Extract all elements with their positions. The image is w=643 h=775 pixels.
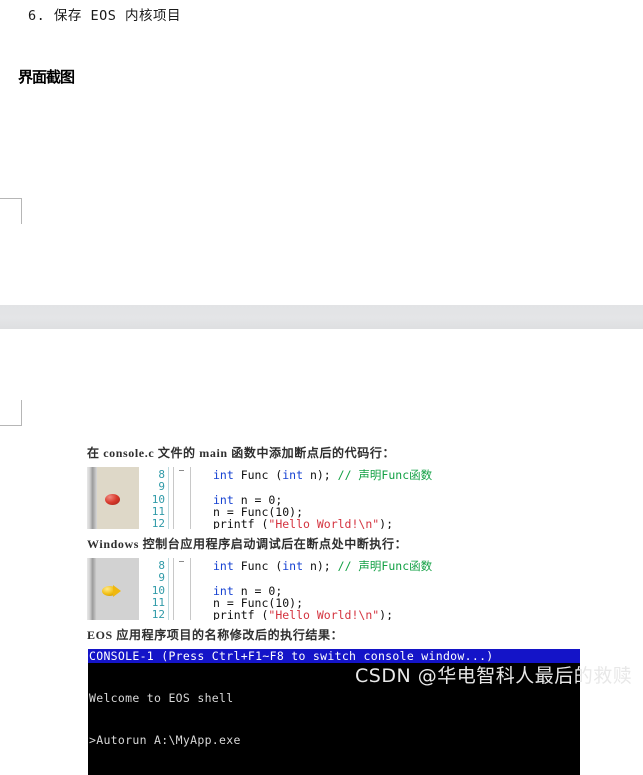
editor-indicator-strip	[87, 558, 97, 620]
code-editor-screenshot-debugging: 8 9 10 11 12 int Func (int n); // 声明Func…	[87, 558, 502, 620]
code-token: Func (	[233, 559, 283, 573]
screenshot-figure-area: 在 console.c 文件的 main 函数中添加断点后的代码行： 8 9 1…	[0, 440, 643, 775]
document-list-item: 6. 保存 EOS 内核项目	[28, 8, 182, 24]
fold-tick-icon	[179, 561, 184, 562]
code-line: printf ("Hello World!\n");	[213, 518, 502, 529]
corner-mark-vertical-rule	[21, 400, 22, 426]
editor-code-lines[interactable]: int Func (int n); // 声明Func函数 int n = 0;…	[191, 558, 502, 620]
console-titlebar: CONSOLE-1 (Press Ctrl+F1~F8 to switch co…	[88, 649, 580, 663]
code-token: // 声明Func函数	[337, 468, 433, 482]
code-token: n);	[303, 468, 338, 482]
console-line: Welcome to EOS shell	[89, 691, 234, 705]
code-token: n);	[303, 559, 338, 573]
code-line: int Func (int n); // 声明Func函数	[213, 560, 502, 572]
code-token: Func (	[233, 468, 283, 482]
code-line: int Func (int n); // 声明Func函数	[213, 469, 502, 481]
code-token: int	[213, 559, 234, 573]
editor-breakpoint-margin[interactable]	[97, 558, 139, 620]
code-token: int	[213, 468, 234, 482]
editor-fold-column[interactable]	[173, 558, 191, 620]
figure-caption-debug-break: Windows 控制台应用程序启动调试后在断点处中断执行：	[87, 537, 408, 551]
code-token: int	[282, 468, 304, 482]
line-number: 9	[158, 480, 165, 494]
corner-mark-vertical-rule	[21, 198, 22, 224]
code-token: "Hello World!\n"	[268, 517, 380, 529]
editor-gutter[interactable]	[87, 467, 139, 529]
figure-caption-console-result: EOS 应用程序项目的名称修改后的执行结果：	[87, 628, 344, 642]
editor-line-numbers: 8 9 10 11 12	[139, 558, 169, 620]
current-statement-arrow-icon[interactable]	[102, 585, 124, 597]
editor-line-numbers: 8 9 10 11 12	[139, 467, 169, 529]
line-number: 9	[158, 571, 165, 585]
editor-fold-column[interactable]	[173, 467, 191, 529]
console-output[interactable]: Welcome to EOS shell >Autorun A:\MyApp.e…	[88, 663, 580, 775]
line-number: 12	[151, 517, 165, 529]
code-token: "Hello World!\n"	[268, 608, 380, 620]
eos-console-screenshot: CONSOLE-1 (Press Ctrl+F1~F8 to switch co…	[88, 649, 580, 775]
code-token: printf (	[213, 517, 269, 529]
corner-mark-horizontal-rule	[0, 425, 22, 426]
page-separator-band	[0, 305, 643, 329]
figure-caption-breakpoint: 在 console.c 文件的 main 函数中添加断点后的代码行：	[87, 446, 396, 460]
code-editor-screenshot-breakpoint: 8 9 10 11 12 int Func (int n); // 声明Func…	[87, 467, 502, 529]
console-line: >Autorun A:\MyApp.exe	[89, 733, 241, 747]
line-number: 12	[151, 608, 165, 620]
page-title: 界面截图	[18, 68, 75, 86]
editor-breakpoint-margin[interactable]	[97, 467, 139, 529]
page-break-mark-top	[0, 198, 22, 224]
corner-mark-horizontal-rule	[0, 198, 22, 199]
fold-tick-icon	[179, 470, 184, 471]
code-token: );	[379, 517, 394, 529]
editor-code-lines[interactable]: int Func (int n); // 声明Func函数 int n = 0;…	[191, 467, 502, 529]
code-token: int	[282, 559, 304, 573]
code-line: printf ("Hello World!\n");	[213, 609, 502, 620]
code-token: // 声明Func函数	[337, 559, 433, 573]
arrow-head	[113, 585, 121, 597]
page-break-mark-bottom	[0, 400, 22, 426]
editor-gutter[interactable]	[87, 558, 139, 620]
code-token: printf (	[213, 608, 269, 620]
breakpoint-icon[interactable]	[105, 494, 120, 505]
code-token: );	[379, 608, 394, 620]
editor-indicator-strip	[87, 467, 97, 529]
